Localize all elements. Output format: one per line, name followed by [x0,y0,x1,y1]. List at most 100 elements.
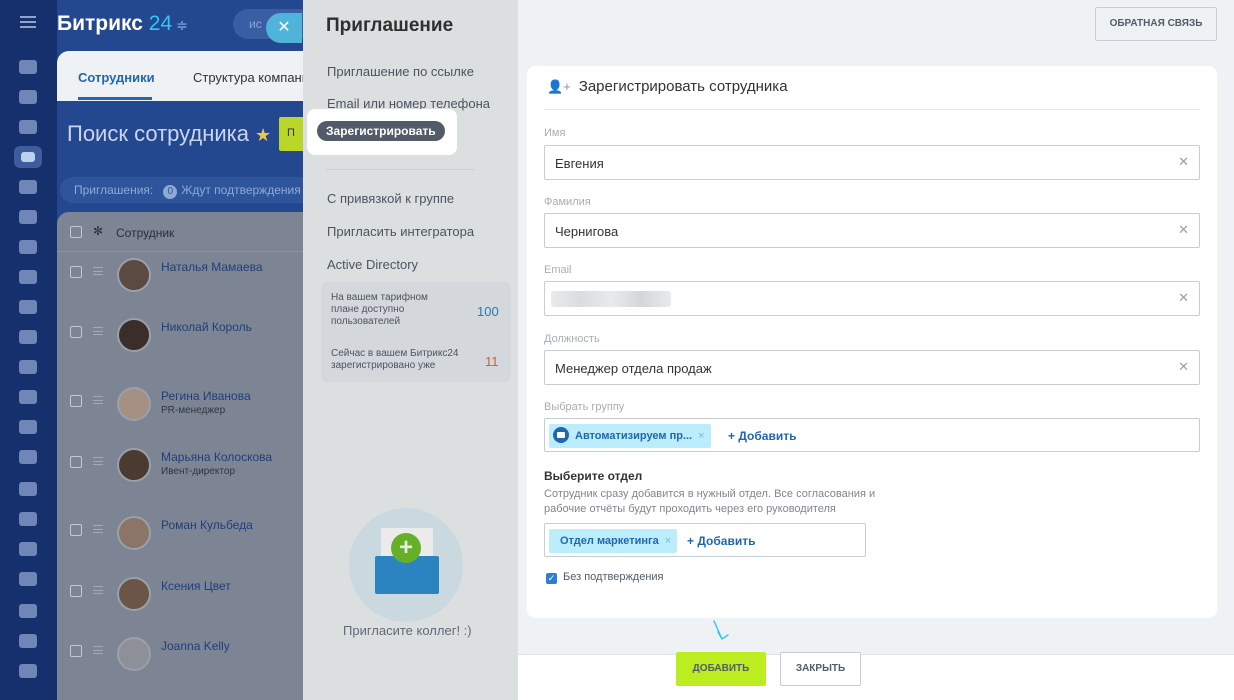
rail-docs-icon[interactable] [19,210,37,224]
menu-active-directory[interactable]: Active Directory [327,257,418,272]
bitrix-logo[interactable]: Битрикс 24 ≑ [57,12,188,36]
avatar [117,258,151,292]
remove-chip-icon[interactable]: × [698,430,704,442]
tab-company-structure[interactable]: Структура компании [193,70,303,85]
rail-chat-icon[interactable] [19,270,37,284]
rail-mail-icon[interactable] [19,482,37,496]
group-chip[interactable]: Автоматизируем пр... × [549,424,711,448]
drag-handle-icon[interactable] [93,457,103,465]
drag-handle-icon[interactable] [93,396,103,404]
drag-handle-icon[interactable] [93,267,103,275]
rail-group-icon[interactable] [19,512,37,526]
add-button[interactable]: ДОБАВИТЬ [676,652,766,686]
row-checkbox[interactable] [70,456,82,468]
email-field[interactable]: ✕ [544,281,1200,316]
table-row[interactable]: Марьяна Колоскова Ивент-директор [57,448,303,516]
position-value: Менеджер отдела продаж [555,361,712,376]
position-field[interactable]: Менеджер отдела продаж ✕ [544,350,1200,385]
clear-icon[interactable]: ✕ [1178,359,1189,375]
invite-button[interactable]: П [279,117,303,151]
close-button[interactable]: ЗАКРЫТЬ [780,652,861,686]
active-tab-indicator [78,97,152,100]
employee-name[interactable]: Марьяна Колоскова [161,450,272,464]
clear-icon[interactable]: ✕ [1178,154,1189,170]
group-selector[interactable]: Автоматизируем пр... × + Добавить [544,418,1200,452]
rail-robot-icon[interactable] [19,300,37,314]
rail-store-icon[interactable] [19,360,37,374]
add-group-link[interactable]: + Добавить [728,429,796,443]
menu-register[interactable]: Зарегистрировать [317,121,445,141]
table-row[interactable]: Николай Король [57,318,303,386]
rail-filter-icon[interactable] [19,90,37,104]
tariff-value: 100 [477,304,499,319]
drag-handle-icon[interactable] [93,327,103,335]
avatar [117,577,151,611]
remove-chip-icon[interactable]: × [665,535,671,547]
group-icon [553,427,569,443]
tariff-info: На вашем тарифном плане доступно пользов… [321,282,511,382]
clear-icon[interactable]: ✕ [1178,222,1189,238]
rail-analytics-icon[interactable] [19,664,37,678]
rail-crm-icon[interactable] [19,180,37,194]
feedback-button[interactable]: ОБРАТНАЯ СВЯЗЬ [1095,7,1217,41]
rail-sign-icon[interactable] [19,542,37,556]
rail-feed-icon[interactable] [19,60,37,74]
tab-employees[interactable]: Сотрудники [78,70,155,85]
menu-icon[interactable] [20,16,36,28]
register-employee-panel: 👤+ Зарегистрировать сотрудника Имя Евгени… [518,66,1234,700]
row-checkbox[interactable] [70,266,82,278]
rail-target-icon[interactable] [19,390,37,404]
employee-name[interactable]: Joanna Kelly [161,639,230,653]
row-checkbox[interactable] [70,645,82,657]
envelope-icon: + [349,508,463,622]
row-checkbox[interactable] [70,395,82,407]
add-department-link[interactable]: + Добавить [687,534,755,548]
clear-icon[interactable]: ✕ [1178,290,1189,306]
rail-record-icon[interactable] [19,572,37,586]
drag-handle-icon[interactable] [93,525,103,533]
department-selector[interactable]: Отдел маркетинга × + Добавить [544,523,866,557]
table-row[interactable]: Регина Иванова PR-менеджер [57,387,303,455]
invitations-filter[interactable]: Приглашения: 0 Ждут подтверждения [60,177,303,203]
drag-handle-icon[interactable] [93,646,103,654]
row-checkbox[interactable] [70,326,82,338]
rail-bank-icon[interactable] [19,604,37,618]
star-icon[interactable]: ★ [255,125,271,145]
table-row[interactable]: Роман Кульбеда [57,516,303,584]
select-all-checkbox[interactable] [70,226,82,238]
rail-cart-icon[interactable] [19,634,37,648]
group-label: Выбрать группу [544,401,625,413]
gear-icon[interactable]: ✻ [93,224,103,238]
rail-file-icon[interactable] [19,420,37,434]
table-row[interactable]: Ксения Цвет [57,577,303,645]
employee-position: Ивент-директор [161,466,236,477]
invite-caption: Пригласите коллег! :) [343,623,472,638]
menu-integrator[interactable]: Пригласить интегратора [327,224,474,239]
rail-drive-icon[interactable] [19,450,37,464]
close-slider-icon[interactable]: ✕ [266,13,302,43]
no-confirmation-option[interactable]: ✓ Без подтверждения [546,571,664,584]
drag-handle-icon[interactable] [93,586,103,594]
table-row[interactable]: Наталья Мамаева [57,258,303,326]
department-chip[interactable]: Отдел маркетинга × [549,529,678,553]
row-checkbox[interactable] [70,585,82,597]
employee-name[interactable]: Ксения Цвет [161,579,231,593]
employee-name[interactable]: Регина Иванова [161,389,251,403]
avatar [117,448,151,482]
row-checkbox[interactable] [70,524,82,536]
department-title: Выберите отдел [544,469,643,483]
employee-name[interactable]: Николай Король [161,320,252,334]
employee-name[interactable]: Наталья Мамаева [161,260,263,274]
first-name-label: Имя [544,127,566,139]
rail-tasks-icon[interactable] [19,120,37,134]
employee-name[interactable]: Роман Кульбеда [161,518,253,532]
rail-check-icon[interactable] [19,240,37,254]
rail-employees-icon[interactable] [14,146,42,168]
menu-invite-by-link[interactable]: Приглашение по ссылке [327,64,474,79]
table-row[interactable]: Joanna Kelly [57,637,303,700]
no-confirmation-checkbox[interactable]: ✓ [546,573,557,584]
first-name-field[interactable]: Евгения ✕ [544,145,1200,180]
rail-calendar-icon[interactable] [19,330,37,344]
menu-with-group[interactable]: С привязкой к группе [327,191,454,206]
last-name-field[interactable]: Чернигова ✕ [544,213,1200,248]
